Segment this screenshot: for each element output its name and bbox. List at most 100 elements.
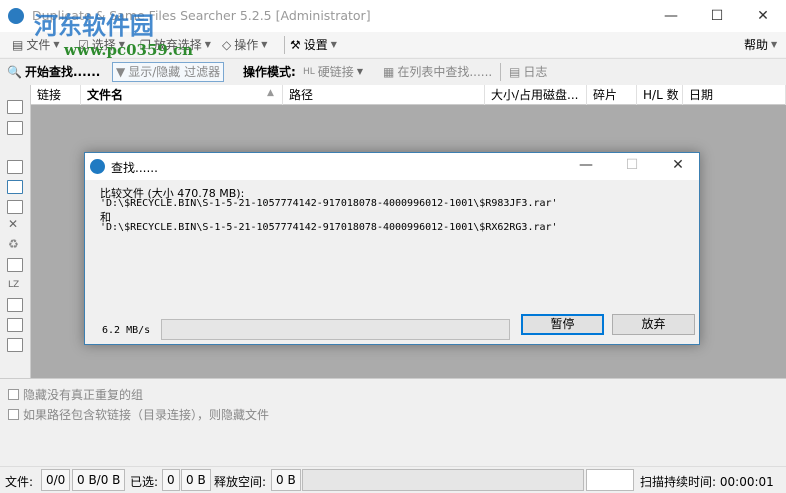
lz-icon[interactable]: LZ — [8, 280, 19, 290]
selected-size: 0 B — [181, 469, 211, 491]
tree-remove-icon[interactable] — [7, 200, 23, 214]
settings-icon: ⚒ — [290, 38, 301, 52]
actions-icon: ◇ — [222, 38, 232, 52]
menu-deselect[interactable]: ❐ 放弃选择 ▼ — [140, 36, 211, 54]
files-count: 0/0 — [41, 469, 71, 491]
column-fragments[interactable]: 碎片 — [587, 85, 637, 105]
mode-value: 硬链接 — [317, 65, 354, 79]
menu-deselect-label: 放弃选择 — [153, 38, 202, 52]
abort-button[interactable]: 放弃 — [612, 314, 695, 335]
chevron-down-icon: ▼ — [356, 67, 363, 76]
chevron-down-icon: ▼ — [771, 40, 778, 49]
side-toolbar: ✕ ♻ LZ — [0, 85, 31, 378]
column-path[interactable]: 路径 — [283, 85, 485, 105]
filter-list-icon[interactable] — [7, 318, 23, 332]
toggle-filter-label: 显示/隐藏 过滤器 — [128, 65, 221, 79]
free-space-label: 释放空间: — [214, 475, 267, 489]
dialog-maximize-button[interactable]: ☐ — [609, 153, 655, 180]
menu-select[interactable]: ☑ 选择 ▼ — [78, 36, 125, 54]
find-in-list-button[interactable]: ▦ 在列表中查找...... — [380, 62, 495, 82]
hardlink-list-icon[interactable] — [7, 298, 23, 312]
filter-icon: ▼ — [116, 65, 126, 79]
checkbox[interactable] — [8, 409, 19, 420]
files-label: 文件: — [5, 475, 34, 489]
file-path-1: 'D:\$RECYCLE.BIN\S-1-5-21-1057774142-917… — [100, 198, 558, 209]
dialog-icon — [90, 159, 105, 174]
tree-icon[interactable] — [7, 160, 23, 174]
menu-help[interactable]: 帮助 ▼ — [744, 36, 777, 54]
group-icon[interactable] — [7, 338, 23, 352]
free-space-value: 0 B — [271, 469, 301, 491]
menu-actions-label: 操作 — [234, 38, 259, 52]
deselect-icon: ❐ — [140, 38, 151, 52]
window-title: Duplicate & Same Files Searcher 5.2.5 [A… — [32, 8, 371, 23]
column-date[interactable]: 日期 — [683, 85, 786, 105]
option-label: 隐藏没有真正重复的组 — [23, 388, 144, 402]
menu-settings-label: 设置 — [303, 38, 328, 52]
chevron-down-icon: ▼ — [261, 40, 268, 49]
status-blank — [586, 469, 634, 491]
menu-file[interactable]: ▤ 文件 ▼ — [12, 36, 60, 54]
maximize-button[interactable]: ☐ — [694, 0, 740, 32]
selected-count: 0 — [162, 469, 180, 491]
status-progress — [302, 469, 584, 491]
toolbar: 🔍 开始查找...... ▼ 显示/隐藏 过滤器 操作模式: HL 硬链接 ▼ ▦ 在列表… — [0, 58, 786, 84]
menu-settings[interactable]: ⚒ 设置 ▼ — [290, 36, 337, 54]
option-hide-nonduplicate[interactable]: 隐藏没有真正重复的组 — [8, 386, 143, 403]
duration: 扫描持续时间: 00:00:01 — [640, 473, 774, 490]
chevron-down-icon: ▼ — [330, 40, 337, 49]
column-header: 链接 文件名 ▲ 路径 大小/占用磁盘... 碎片 H/L 数 日期 — [31, 85, 786, 105]
toggle-filter-button[interactable]: ▼ 显示/隐藏 过滤器 — [112, 62, 225, 82]
hardlink-icon: HL — [303, 67, 315, 77]
status-bar: 文件: 0/0 0 B/0 B 已选: 0 0 B 释放空间: 0 B 扫描持续… — [0, 466, 786, 493]
expand-icon[interactable] — [7, 100, 23, 114]
sort-asc-icon: ▲ — [267, 88, 274, 98]
select-icon: ☑ — [78, 38, 89, 52]
pause-button[interactable]: 暂停 — [521, 314, 604, 335]
mode-label: 操作模式: — [243, 65, 296, 79]
chevron-down-icon: ▼ — [204, 40, 211, 49]
search-icon: 🔍 — [7, 65, 22, 79]
column-hl-count[interactable]: H/L 数 — [637, 85, 683, 105]
dialog-minimize-button[interactable]: — — [563, 153, 609, 180]
minimize-button[interactable]: — — [648, 0, 694, 32]
collapse-icon[interactable] — [7, 121, 23, 135]
find-in-list-label: 在列表中查找...... — [397, 65, 493, 79]
menu-select-label: 选择 — [91, 38, 116, 52]
log-label: 日志 — [523, 65, 548, 79]
progress-bar — [161, 319, 510, 340]
menu-actions[interactable]: ◇ 操作 ▼ — [222, 36, 267, 54]
move-icon[interactable] — [7, 258, 23, 272]
dialog-close-button[interactable]: ✕ — [655, 153, 701, 180]
mode-dropdown[interactable]: HL 硬链接 ▼ — [300, 62, 366, 82]
delete-icon[interactable]: ✕ — [8, 217, 18, 231]
log-button[interactable]: ▤ 日志 — [506, 62, 550, 82]
start-search-button[interactable]: 🔍 开始查找...... — [4, 62, 103, 82]
dialog-title: 查找...... — [111, 161, 158, 175]
divider — [500, 63, 501, 81]
dialog-title-bar: 查找...... — ☐ ✕ — [85, 153, 699, 180]
selected-label: 已选: — [130, 475, 159, 489]
title-bar: Duplicate & Same Files Searcher 5.2.5 [A… — [0, 0, 786, 32]
find-list-icon: ▦ — [383, 65, 395, 79]
menu-bar: ▤ 文件 ▼ ☑ 选择 ▼ ❐ 放弃选择 ▼ ◇ 操作 ▼ ⚒ 设置 ▼ 帮助 ▼ — [0, 32, 786, 57]
checkbox[interactable] — [8, 389, 19, 400]
file-icon: ▤ — [12, 38, 24, 52]
app-icon — [8, 8, 24, 24]
start-search-label: 开始查找...... — [24, 65, 101, 79]
close-button[interactable]: ✕ — [740, 0, 786, 32]
chevron-down-icon: ▼ — [118, 40, 125, 49]
menu-help-label: 帮助 — [744, 38, 769, 52]
divider — [284, 36, 285, 54]
recycle-icon[interactable]: ♻ — [8, 237, 19, 251]
tree-select-icon[interactable] — [7, 180, 23, 194]
file-path-2: 'D:\$RECYCLE.BIN\S-1-5-21-1057774142-917… — [100, 222, 558, 233]
column-link[interactable]: 链接 — [31, 85, 81, 105]
log-icon: ▤ — [509, 65, 521, 79]
option-hide-symlink[interactable]: 如果路径包含软链接（目录连接），则隐藏文件 — [8, 406, 269, 423]
speed-label: 6.2 MB/s — [102, 325, 151, 336]
option-label: 如果路径包含软链接（目录连接），则隐藏文件 — [23, 408, 270, 422]
chevron-down-icon: ▼ — [53, 40, 60, 49]
column-filename[interactable]: 文件名 — [81, 85, 283, 105]
column-size[interactable]: 大小/占用磁盘... — [485, 85, 587, 105]
